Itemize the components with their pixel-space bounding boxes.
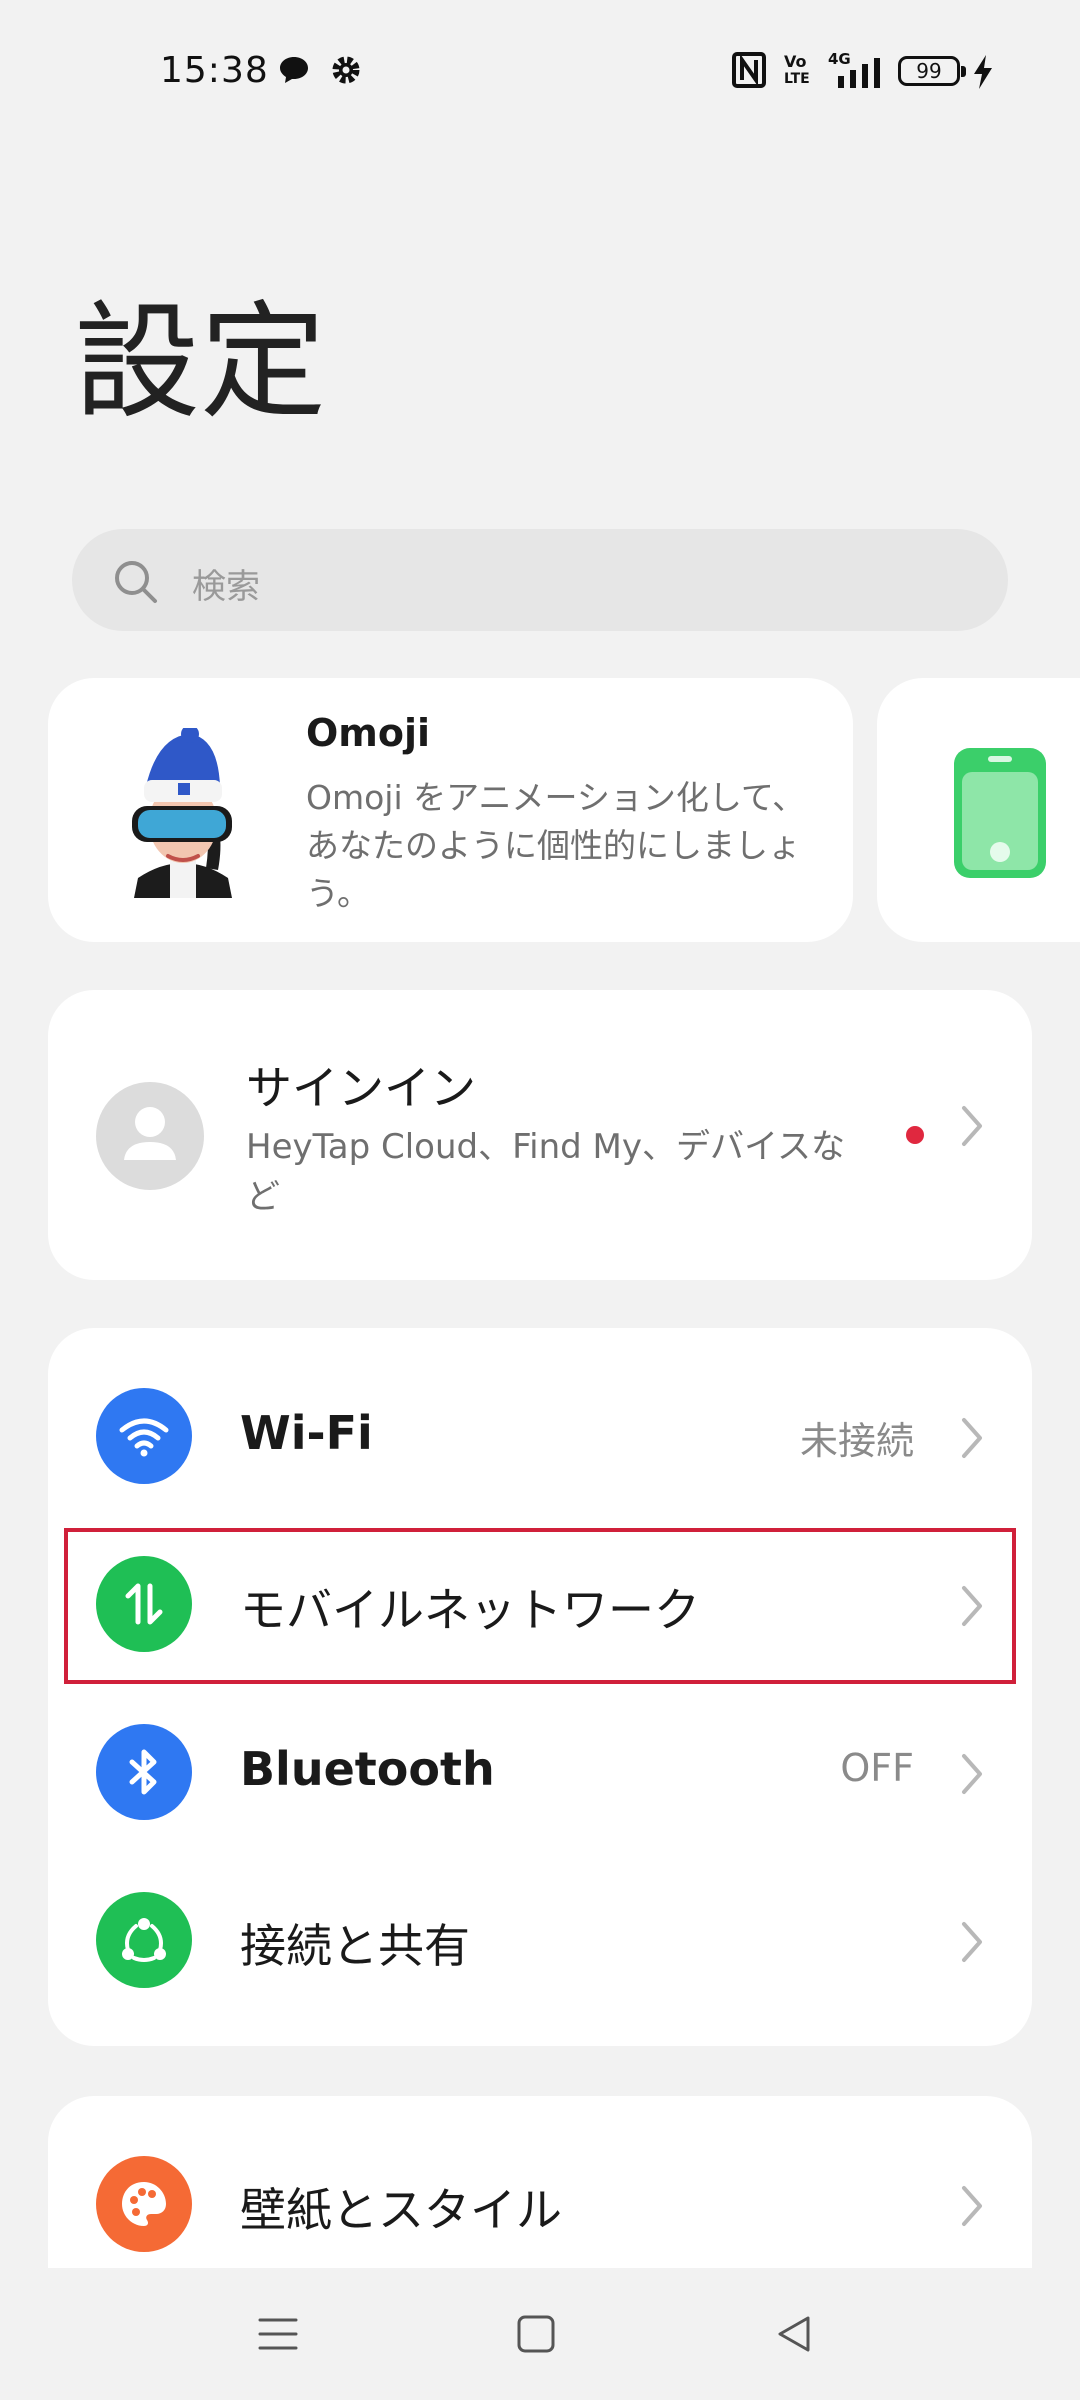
signin-title: サインイン [246,1061,476,1115]
settings-item-wallpaper-style[interactable]: 壁紙とスタイル [48,2120,1032,2288]
settings-item-label: モバイルネットワーク [240,1583,700,1637]
network-settings-card: Wi-Fi 未接続 モバイルネットワーク Bluetooth OFF 接続と共有 [48,1328,1032,2046]
settings-item-bluetooth[interactable]: Bluetooth OFF [48,1688,1032,1856]
chevron-right-icon [962,1922,982,1962]
chevron-right-icon [962,1418,982,1458]
settings-item-label: Bluetooth [240,1742,495,1796]
chevron-right-icon [962,1586,982,1626]
bluetooth-icon [96,1724,192,1820]
status-time: 15:38 [160,50,269,91]
share-icon [96,1892,192,1988]
battery-icon: 99 [898,56,966,86]
page-title: 設定 [74,289,326,436]
chat-bubble-icon [276,52,312,92]
palette-icon [96,2156,192,2252]
status-bar: 15:38 Vo LTE 4G 99 [0,0,1080,140]
omoji-title: Omoji [306,711,431,755]
volte-label-bottom: LTE [784,71,810,87]
chevron-right-icon [962,1754,982,1794]
search-bar[interactable]: 検索 [72,529,1008,631]
notification-dot [906,1126,924,1144]
nfc-icon [732,52,766,92]
person-icon [124,1107,176,1160]
settings-item-label: 壁紙とスタイル [240,2183,562,2237]
signin-card[interactable]: サインイン HeyTap Cloud、Find My、デバイスなど [48,990,1032,1280]
4g-signal-icon [824,54,884,94]
settings-item-wifi[interactable]: Wi-Fi 未接続 [48,1352,1032,1520]
chevron-right-icon [962,2186,982,2226]
next-promo-card[interactable] [877,678,1080,942]
mobile-data-icon [96,1556,192,1652]
search-icon [115,561,157,603]
navigation-bar [0,2268,1080,2400]
menu-icon[interactable] [256,2312,300,2356]
search-placeholder: 検索 [192,567,260,607]
volte-label-top: Vo [784,52,807,71]
phone-widget-icon [954,748,1046,878]
omoji-description: Omoji をアニメーション化して、あなたのように個性的にしましょう。 [306,778,806,913]
omoji-avatar [132,728,232,898]
charging-icon [972,54,994,94]
settings-item-value: 未接続 [799,1419,914,1463]
settings-item-value: OFF [840,1746,914,1790]
gear-icon [328,52,364,92]
settings-item-label: 接続と共有 [240,1919,470,1973]
settings-item-connection-sharing[interactable]: 接続と共有 [48,1856,1032,2024]
avatar [96,1082,204,1190]
omoji-card[interactable]: Omoji Omoji をアニメーション化して、あなたのように個性的にしましょう… [48,678,853,942]
settings-item-label: Wi-Fi [240,1406,373,1460]
settings-screen: 15:38 Vo LTE 4G 99 設定 検索 Omoji Omoji をアニ… [0,0,1080,2400]
battery-level: 99 [916,59,942,83]
home-icon[interactable] [514,2312,558,2356]
back-icon[interactable] [772,2312,816,2356]
signin-description: HeyTap Cloud、Find My、デバイスなど [246,1127,845,1217]
wifi-icon [96,1388,192,1484]
settings-item-mobile-network[interactable]: モバイルネットワーク [48,1520,1032,1688]
chevron-right-icon [962,1106,982,1146]
